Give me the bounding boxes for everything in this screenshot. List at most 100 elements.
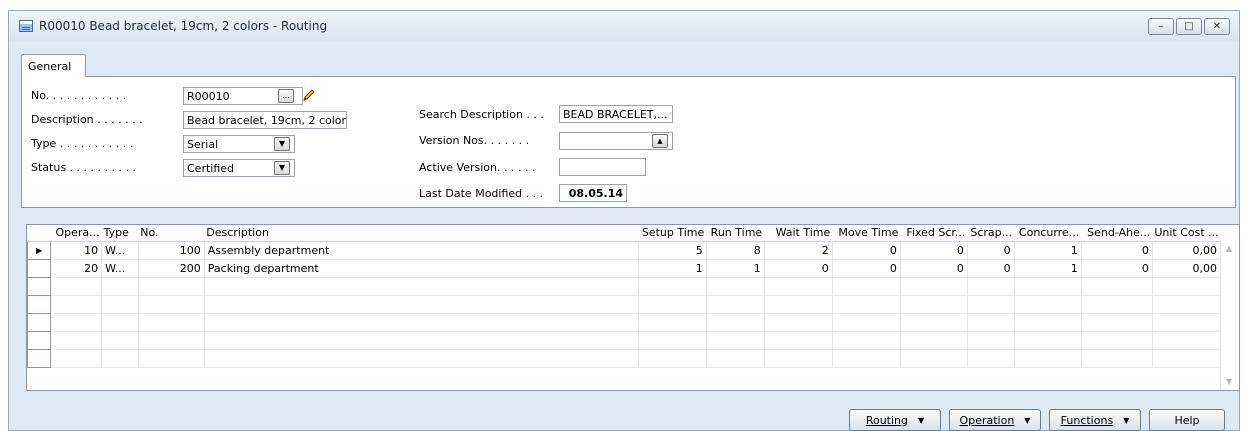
empty-cell[interactable] (1014, 349, 1082, 368)
unit-cost-cell[interactable]: 0,00 (1152, 259, 1222, 278)
col-operation-no[interactable]: Opera... (50, 225, 102, 242)
run-time-cell[interactable]: 1 (706, 259, 765, 278)
col-type[interactable]: Type (101, 225, 139, 242)
empty-cell[interactable] (638, 277, 707, 296)
empty-cell[interactable] (1081, 277, 1153, 296)
search-description-field[interactable]: BEAD BRACELET,... (559, 105, 673, 123)
table-row[interactable] (27, 348, 1222, 368)
row-selector[interactable] (27, 348, 52, 368)
wait-time-cell[interactable]: 2 (764, 241, 833, 260)
empty-cell[interactable] (764, 331, 833, 350)
edit-pencil-icon[interactable] (302, 88, 316, 102)
empty-cell[interactable] (900, 277, 968, 296)
empty-cell[interactable] (101, 331, 139, 350)
table-row[interactable] (27, 276, 1222, 296)
row-selector[interactable] (27, 330, 52, 350)
unit-cost-cell[interactable]: 0,00 (1152, 241, 1222, 260)
col-fixed-scrap[interactable]: Fixed Scr... (900, 225, 968, 242)
empty-cell[interactable] (138, 277, 205, 296)
empty-cell[interactable] (638, 295, 707, 314)
row-selector[interactable] (27, 312, 52, 332)
table-row[interactable]: 20 W... 200 Packing department 1 1 0 0 0… (27, 258, 1222, 278)
empty-cell[interactable] (706, 277, 765, 296)
empty-cell[interactable] (101, 313, 139, 332)
empty-cell[interactable] (1081, 295, 1153, 314)
empty-cell[interactable] (638, 349, 707, 368)
description-field[interactable]: Bead bracelet, 19cm, 2 colors (183, 111, 347, 129)
empty-cell[interactable] (1152, 349, 1222, 368)
empty-cell[interactable] (1152, 277, 1222, 296)
table-row[interactable]: ▶ 10 W... 100 Assembly department 5 8 2 … (27, 240, 1222, 260)
run-time-cell[interactable]: 8 (706, 241, 765, 260)
scrap-cell[interactable]: 0 (967, 259, 1015, 278)
empty-cell[interactable] (638, 313, 707, 332)
empty-cell[interactable] (764, 349, 833, 368)
col-send-ahead[interactable]: Send-Ahe... (1081, 225, 1153, 242)
empty-cell[interactable] (204, 349, 639, 368)
empty-cell[interactable] (764, 295, 833, 314)
scroll-down-icon[interactable]: ▼ (1226, 378, 1232, 386)
empty-cell[interactable] (138, 313, 205, 332)
empty-cell[interactable] (967, 295, 1015, 314)
empty-cell[interactable] (967, 277, 1015, 296)
empty-cell[interactable] (138, 295, 205, 314)
col-no[interactable]: No. (138, 225, 205, 242)
col-setup-time[interactable]: Setup Time (638, 225, 707, 242)
table-row[interactable] (27, 312, 1222, 332)
type-cell[interactable]: W... (101, 241, 139, 260)
empty-cell[interactable] (764, 277, 833, 296)
move-time-cell[interactable]: 0 (832, 259, 901, 278)
col-scrap[interactable]: Scrap... (967, 225, 1015, 242)
empty-cell[interactable] (764, 313, 833, 332)
fixed-scrap-cell[interactable]: 0 (900, 241, 968, 260)
col-run-time[interactable]: Run Time (706, 225, 765, 242)
tab-general[interactable]: General (21, 54, 86, 77)
empty-cell[interactable] (101, 295, 139, 314)
empty-cell[interactable] (1152, 313, 1222, 332)
empty-cell[interactable] (50, 331, 103, 350)
empty-cell[interactable] (832, 349, 901, 368)
col-description[interactable]: Description (204, 225, 639, 242)
empty-cell[interactable] (1014, 295, 1082, 314)
empty-cell[interactable] (967, 349, 1015, 368)
type-dropdown-arrow-icon[interactable]: ▼ (274, 137, 290, 151)
active-version-field[interactable] (559, 158, 646, 176)
col-unit-cost[interactable]: Unit Cost ... (1152, 225, 1221, 242)
send-ahead-cell[interactable]: 0 (1081, 259, 1153, 278)
empty-cell[interactable] (832, 313, 901, 332)
move-time-cell[interactable]: 0 (832, 241, 901, 260)
close-button[interactable]: ✕ (1204, 18, 1230, 35)
empty-cell[interactable] (900, 331, 968, 350)
empty-cell[interactable] (138, 349, 205, 368)
empty-cell[interactable] (900, 349, 968, 368)
empty-cell[interactable] (832, 331, 901, 350)
empty-cell[interactable] (1014, 313, 1082, 332)
empty-cell[interactable] (1081, 313, 1153, 332)
description-cell[interactable]: Assembly department (204, 241, 639, 260)
empty-cell[interactable] (1014, 277, 1082, 296)
fixed-scrap-cell[interactable]: 0 (900, 259, 968, 278)
setup-time-cell[interactable]: 5 (638, 241, 707, 260)
empty-cell[interactable] (706, 295, 765, 314)
empty-cell[interactable] (638, 331, 707, 350)
scroll-up-icon[interactable]: ▲ (1226, 245, 1232, 253)
operation-no-cell[interactable]: 10 (50, 241, 103, 260)
row-selector[interactable] (27, 258, 52, 278)
empty-cell[interactable] (50, 295, 103, 314)
title-bar[interactable]: R00010 Bead bracelet, 19cm, 2 colors - R… (9, 11, 1239, 41)
vertical-scrollbar[interactable]: ▲ ▼ (1220, 241, 1239, 390)
table-row[interactable] (27, 294, 1222, 314)
empty-cell[interactable] (101, 277, 139, 296)
status-dropdown-arrow-icon[interactable]: ▼ (274, 161, 290, 175)
concurrent-cell[interactable]: 1 (1014, 259, 1082, 278)
empty-cell[interactable] (832, 277, 901, 296)
functions-menu-button[interactable]: Functions ▼ (1049, 409, 1141, 431)
minimize-button[interactable]: – (1148, 18, 1174, 35)
empty-cell[interactable] (967, 313, 1015, 332)
empty-cell[interactable] (1014, 331, 1082, 350)
empty-cell[interactable] (900, 295, 968, 314)
col-concurrent[interactable]: Concurre... (1014, 225, 1082, 242)
operation-no-cell[interactable]: 20 (50, 259, 103, 278)
col-move-time[interactable]: Move Time (832, 225, 901, 242)
empty-cell[interactable] (1152, 295, 1222, 314)
